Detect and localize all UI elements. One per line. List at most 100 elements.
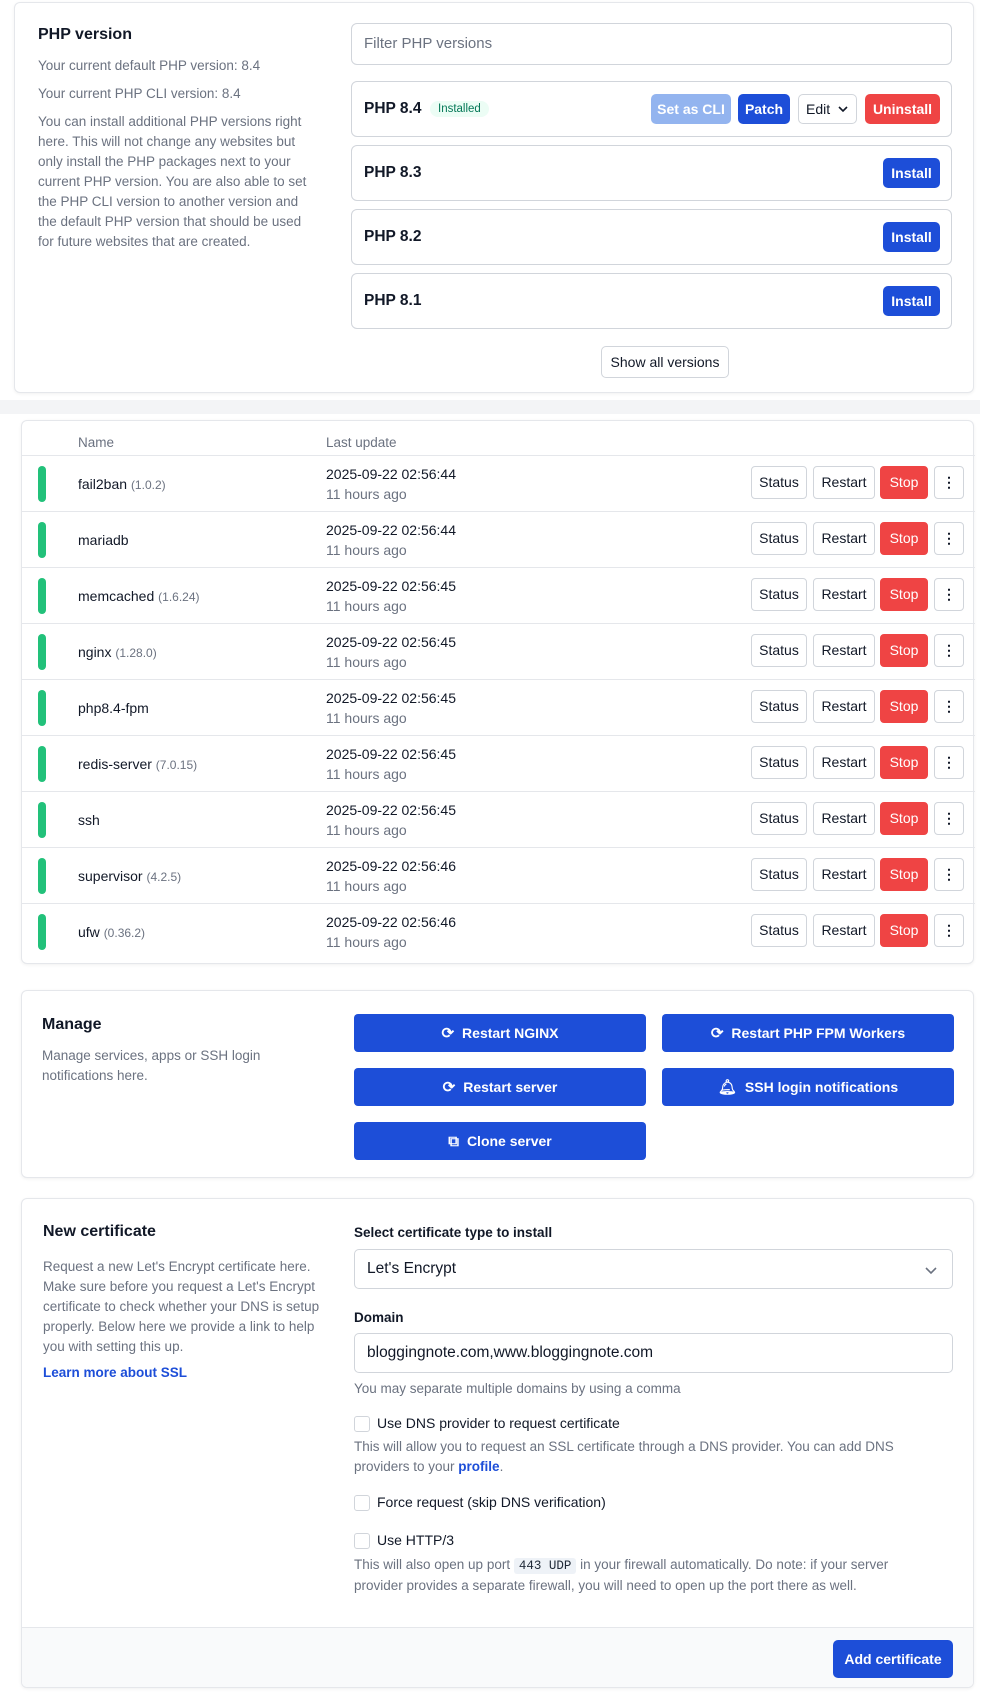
manage-card: Manage Manage services, apps or SSH logi… <box>21 990 974 1178</box>
more-options-icon[interactable]: ⋮ <box>934 914 964 947</box>
restart-button[interactable]: Restart <box>813 466 875 499</box>
table-row: ufw (0.36.2) 2025-09-22 02:56:46 11 hours … <box>22 903 975 959</box>
last-update-relative: 11 hours ago <box>326 486 407 502</box>
service-name: supervisor (4.2.5) <box>78 868 181 884</box>
certificate-type-label: Select certificate type to install <box>354 1225 553 1240</box>
status-button[interactable]: Status <box>751 858 807 891</box>
set-as-cli-button[interactable]: Set as CLI <box>651 94 731 124</box>
stop-button[interactable]: Stop <box>880 746 928 779</box>
php-row-8-4: PHP 8.4 Installed Set as CLI Patch Edit … <box>351 81 952 137</box>
force-request-checkbox[interactable] <box>354 1495 370 1511</box>
more-options-icon[interactable]: ⋮ <box>934 466 964 499</box>
chevron-down-icon <box>925 1267 937 1275</box>
status-button[interactable]: Status <box>751 634 807 667</box>
php-version-name: PHP 8.3 <box>364 164 422 181</box>
table-row: php8.4-fpm 2025-09-22 02:56:45 11 hours a… <box>22 679 975 735</box>
new-certificate-card: New certificate Request a new Let's Encr… <box>21 1198 974 1688</box>
profile-link[interactable]: profile <box>458 1459 499 1474</box>
php-description: You can install additional PHP versions … <box>38 114 307 249</box>
service-name: ssh <box>78 812 100 828</box>
table-row: memcached (1.6.24) 2025-09-22 02:56:45 11 … <box>22 567 975 623</box>
last-update-date: 2025-09-22 02:56:44 <box>326 522 456 538</box>
restart-server-label: Restart server <box>463 1079 558 1095</box>
service-version: (1.6.24) <box>158 590 200 604</box>
more-options-icon[interactable]: ⋮ <box>934 746 964 779</box>
use-http3-checkbox[interactable] <box>354 1533 370 1549</box>
restart-button[interactable]: Restart <box>813 746 875 779</box>
last-update-date: 2025-09-22 02:56:46 <box>326 914 456 930</box>
service-name-text: nginx <box>78 644 112 660</box>
uninstall-button[interactable]: Uninstall <box>865 94 940 124</box>
domain-hint: You may separate multiple domains by usi… <box>354 1381 681 1396</box>
more-options-icon[interactable]: ⋮ <box>934 634 964 667</box>
show-all-versions-button[interactable]: Show all versions <box>601 346 729 378</box>
restart-php-fpm-label: Restart PHP FPM Workers <box>731 1025 906 1041</box>
stop-button[interactable]: Stop <box>880 578 928 611</box>
install-button[interactable]: Install <box>883 158 940 188</box>
status-button[interactable]: Status <box>751 690 807 723</box>
more-options-icon[interactable]: ⋮ <box>934 578 964 611</box>
service-version: (4.2.5) <box>146 870 182 884</box>
restart-button[interactable]: Restart <box>813 914 875 947</box>
service-name: redis-server (7.0.15) <box>78 756 197 772</box>
use-dns-provider-checkbox[interactable] <box>354 1416 370 1432</box>
restart-button[interactable]: Restart <box>813 858 875 891</box>
manage-title: Manage <box>42 1016 102 1033</box>
status-indicator <box>38 634 46 670</box>
patch-button[interactable]: Patch <box>738 94 790 124</box>
status-button[interactable]: Status <box>751 914 807 947</box>
status-indicator <box>38 466 46 502</box>
port-code: 443 UDP <box>513 1558 577 1574</box>
stop-button[interactable]: Stop <box>880 634 928 667</box>
filter-php-versions-input[interactable]: Filter PHP versions <box>351 23 952 65</box>
last-update-relative: 11 hours ago <box>326 710 407 726</box>
restart-php-fpm-button[interactable]: ⟳ Restart PHP FPM Workers <box>662 1014 954 1052</box>
domain-input[interactable]: bloggingnote.com,www.bloggingnote.com <box>354 1333 953 1373</box>
learn-more-ssl-link[interactable]: Learn more about SSL <box>43 1365 187 1380</box>
ssh-login-notifications-button[interactable]: 🔔︎ SSH login notifications <box>662 1068 954 1106</box>
more-options-icon[interactable]: ⋮ <box>934 802 964 835</box>
more-options-icon[interactable]: ⋮ <box>934 690 964 723</box>
php-version-name: PHP 8.1 <box>364 292 422 309</box>
certificate-description: Request a new Let's Encrypt certificate … <box>43 1259 320 1354</box>
more-options-icon[interactable]: ⋮ <box>934 858 964 891</box>
stop-button[interactable]: Stop <box>880 858 928 891</box>
clone-server-button[interactable]: ⧉ Clone server <box>354 1122 646 1160</box>
stop-button[interactable]: Stop <box>880 690 928 723</box>
last-update-date: 2025-09-22 02:56:45 <box>326 634 456 650</box>
stop-button[interactable]: Stop <box>880 802 928 835</box>
status-button[interactable]: Status <box>751 522 807 555</box>
more-options-icon[interactable]: ⋮ <box>934 522 964 555</box>
edit-dropdown-button[interactable]: Edit <box>798 94 857 124</box>
status-button[interactable]: Status <box>751 802 807 835</box>
restart-nginx-button[interactable]: ⟳ Restart NGINX <box>354 1014 646 1052</box>
restart-button[interactable]: Restart <box>813 802 875 835</box>
last-update-relative: 11 hours ago <box>326 598 407 614</box>
status-button[interactable]: Status <box>751 578 807 611</box>
service-name: ufw (0.36.2) <box>78 924 145 940</box>
php-cli-version: Your current PHP CLI version: 8.4 <box>38 86 241 101</box>
chevron-down-icon <box>838 106 848 113</box>
stop-button[interactable]: Stop <box>880 914 928 947</box>
restart-button[interactable]: Restart <box>813 522 875 555</box>
install-button[interactable]: Install <box>883 222 940 252</box>
status-indicator <box>38 522 46 558</box>
install-button[interactable]: Install <box>883 286 940 316</box>
status-button[interactable]: Status <box>751 746 807 779</box>
php-row-8-2: PHP 8.2 Install <box>351 209 952 265</box>
stop-button[interactable]: Stop <box>880 466 928 499</box>
stop-button[interactable]: Stop <box>880 522 928 555</box>
restart-server-button[interactable]: ⟳ Restart server <box>354 1068 646 1106</box>
certificate-type-select[interactable]: Let's Encrypt <box>354 1249 953 1289</box>
service-name: php8.4-fpm <box>78 700 149 716</box>
last-update-relative: 11 hours ago <box>326 766 407 782</box>
add-certificate-button[interactable]: Add certificate <box>833 1640 953 1678</box>
restart-button[interactable]: Restart <box>813 578 875 611</box>
service-name-text: ssh <box>78 812 100 828</box>
restart-button[interactable]: Restart <box>813 634 875 667</box>
service-name-text: redis-server <box>78 756 152 772</box>
table-row: redis-server (7.0.15) 2025-09-22 02:56:45… <box>22 735 975 791</box>
restart-button[interactable]: Restart <box>813 690 875 723</box>
http3-hint: This will also open up port 443 UDP in y… <box>354 1555 914 1596</box>
status-button[interactable]: Status <box>751 466 807 499</box>
